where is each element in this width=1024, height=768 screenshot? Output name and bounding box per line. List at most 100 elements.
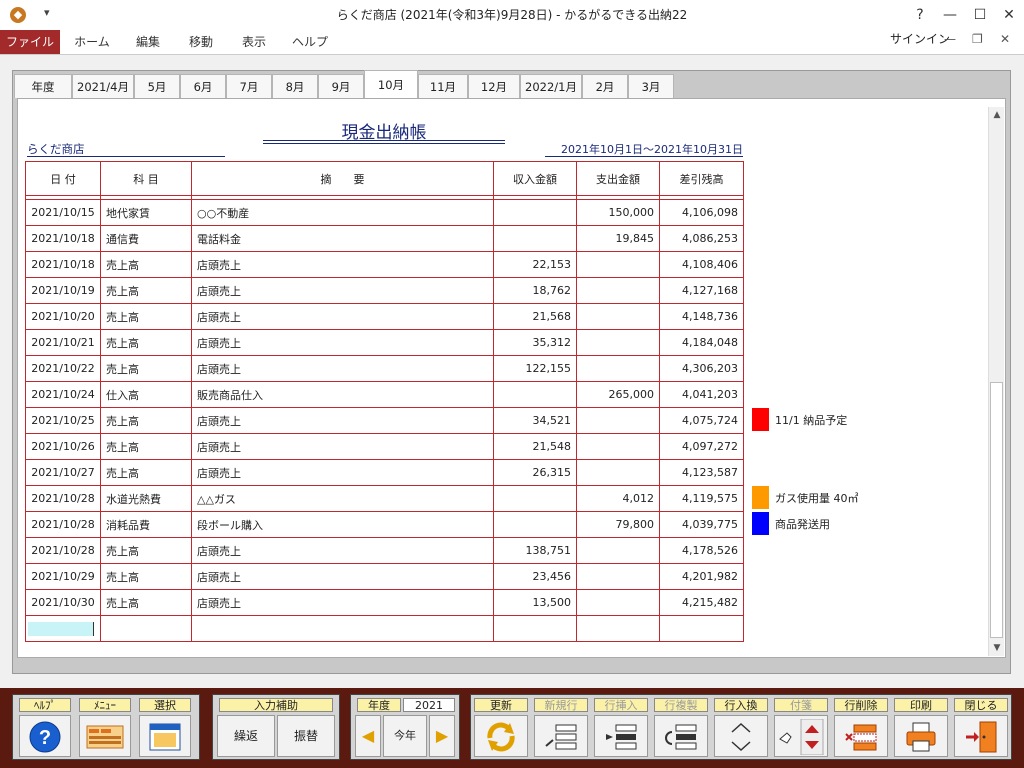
insert-row-button[interactable] [594, 715, 648, 757]
sticky-note-text[interactable]: 商品発送用 [775, 516, 830, 532]
row-description[interactable]: 店頭売上 [191, 537, 494, 564]
scroll-down-icon[interactable]: ▼ [989, 640, 1005, 656]
furikae-button[interactable]: 振替 [277, 715, 335, 757]
row-expense[interactable] [576, 433, 660, 460]
row-expense[interactable] [576, 251, 660, 278]
row-description[interactable]: 電話料金 [191, 225, 494, 252]
month-tab-10[interactable]: 10月 [364, 70, 418, 98]
vertical-scrollbar[interactable]: ▲ ▼ [988, 107, 1004, 656]
row-balance[interactable]: 4,184,048 [659, 329, 744, 356]
row-account[interactable]: 仕入高 [100, 381, 192, 408]
row-date[interactable]: 2021/10/22 [25, 355, 101, 382]
sticky-note-color[interactable] [752, 486, 769, 509]
ribbon-tab-home[interactable]: ホーム [66, 30, 118, 54]
copy-row-button[interactable] [654, 715, 708, 757]
row-balance[interactable]: 4,097,272 [659, 433, 744, 460]
row-income[interactable]: 13,500 [493, 589, 577, 616]
row-account[interactable]: 売上高 [100, 459, 192, 486]
select-toolbar-button[interactable] [139, 715, 191, 757]
row-balance[interactable]: 4,178,526 [659, 537, 744, 564]
ribbon-close-icon[interactable]: ✕ [1000, 32, 1010, 46]
row-balance[interactable]: 4,041,203 [659, 381, 744, 408]
row-account[interactable]: 売上高 [100, 589, 192, 616]
month-tab-nendo[interactable]: 年度 [14, 74, 72, 98]
row-date[interactable]: 2021/10/29 [25, 563, 101, 590]
row-date[interactable]: 2021/10/27 [25, 459, 101, 486]
month-tab-2022-1[interactable]: 2022/1月 [520, 74, 582, 98]
row-balance[interactable]: 4,201,982 [659, 563, 744, 590]
row-balance[interactable]: 4,123,587 [659, 459, 744, 486]
table-row[interactable]: 2021/10/19 売上高 店頭売上 18,762 4,127,168 [25, 277, 744, 304]
row-income[interactable] [493, 199, 577, 226]
row-account[interactable]: 地代家賃 [100, 199, 192, 226]
ribbon-restore-icon[interactable]: ❐ [972, 32, 983, 46]
table-row[interactable]: 2021/10/24 仕入高 販売商品仕入 265,000 4,041,203 [25, 381, 744, 408]
row-account[interactable]: 水道光熱費 [100, 485, 192, 512]
row-account[interactable]: 通信費 [100, 225, 192, 252]
quick-access-dropdown-icon[interactable]: ▾ [44, 6, 50, 19]
close-app-button[interactable] [954, 715, 1008, 757]
kurikaeshi-button[interactable]: 繰返 [217, 715, 275, 757]
table-row[interactable]: 2021/10/28 売上高 店頭売上 138,751 4,178,526 [25, 537, 744, 564]
row-expense[interactable]: 4,012 [576, 485, 660, 512]
update-button[interactable] [474, 715, 528, 757]
scroll-thumb[interactable] [990, 382, 1003, 638]
close-button[interactable]: ✕ [994, 0, 1024, 30]
row-balance[interactable]: 4,039,775 [659, 511, 744, 538]
help-toolbar-button[interactable]: ? [19, 715, 71, 757]
row-date[interactable]: 2021/10/15 [25, 199, 101, 226]
new-entry-cell[interactable] [191, 615, 494, 642]
month-tab-6[interactable]: 6月 [180, 74, 226, 98]
row-expense[interactable] [576, 355, 660, 382]
row-expense[interactable] [576, 407, 660, 434]
row-date[interactable]: 2021/10/21 [25, 329, 101, 356]
table-row[interactable]: 2021/10/27 売上高 店頭売上 26,315 4,123,587 [25, 459, 744, 486]
row-income[interactable]: 18,762 [493, 277, 577, 304]
row-expense[interactable] [576, 589, 660, 616]
row-description[interactable]: 店頭売上 [191, 251, 494, 278]
row-description[interactable]: 店頭売上 [191, 459, 494, 486]
month-tab-12[interactable]: 12月 [468, 74, 520, 98]
table-row[interactable]: 2021/10/22 売上高 店頭売上 122,155 4,306,203 [25, 355, 744, 382]
ribbon-minimize-icon[interactable]: — [944, 32, 956, 46]
row-balance[interactable]: 4,119,575 [659, 485, 744, 512]
row-date[interactable]: 2021/10/18 [25, 225, 101, 252]
row-account[interactable]: 売上高 [100, 329, 192, 356]
row-description[interactable]: ○○不動産 [191, 199, 494, 226]
row-expense[interactable]: 150,000 [576, 199, 660, 226]
prev-year-button[interactable]: ◀ [355, 715, 381, 757]
sticky-button[interactable] [774, 715, 828, 757]
row-date[interactable]: 2021/10/28 [25, 485, 101, 512]
row-date[interactable]: 2021/10/28 [25, 537, 101, 564]
row-date[interactable]: 2021/10/18 [25, 251, 101, 278]
ribbon-tab-move[interactable]: 移動 [176, 30, 226, 54]
row-balance[interactable]: 4,148,736 [659, 303, 744, 330]
row-description[interactable]: 販売商品仕入 [191, 381, 494, 408]
row-expense[interactable]: 79,800 [576, 511, 660, 538]
minimize-button[interactable]: — [935, 0, 965, 30]
row-balance[interactable]: 4,086,253 [659, 225, 744, 252]
delete-row-button[interactable] [834, 715, 888, 757]
row-date[interactable]: 2021/10/30 [25, 589, 101, 616]
row-expense[interactable]: 265,000 [576, 381, 660, 408]
row-balance[interactable]: 4,108,406 [659, 251, 744, 278]
row-income[interactable] [493, 511, 577, 538]
next-year-button[interactable]: ▶ [429, 715, 455, 757]
month-tab-2021-4[interactable]: 2021/4月 [72, 74, 134, 98]
row-date[interactable]: 2021/10/28 [25, 511, 101, 538]
year-value[interactable]: 2021 [403, 698, 455, 712]
table-row[interactable]: 2021/10/15 地代家賃 ○○不動産 150,000 4,106,098 [25, 199, 744, 226]
row-date[interactable]: 2021/10/25 [25, 407, 101, 434]
ribbon-tab-file[interactable]: ファイル [0, 30, 60, 54]
row-account[interactable]: 消耗品費 [100, 511, 192, 538]
row-expense[interactable]: 19,845 [576, 225, 660, 252]
row-account[interactable]: 売上高 [100, 277, 192, 304]
row-description[interactable]: 段ボール購入 [191, 511, 494, 538]
row-expense[interactable] [576, 303, 660, 330]
new-entry-row[interactable] [25, 615, 744, 642]
row-income[interactable]: 122,155 [493, 355, 577, 382]
row-income[interactable]: 22,153 [493, 251, 577, 278]
table-row[interactable]: 2021/10/25 売上高 店頭売上 34,521 4,075,724 [25, 407, 744, 434]
new-entry-cell[interactable] [493, 615, 577, 642]
row-balance[interactable]: 4,215,482 [659, 589, 744, 616]
